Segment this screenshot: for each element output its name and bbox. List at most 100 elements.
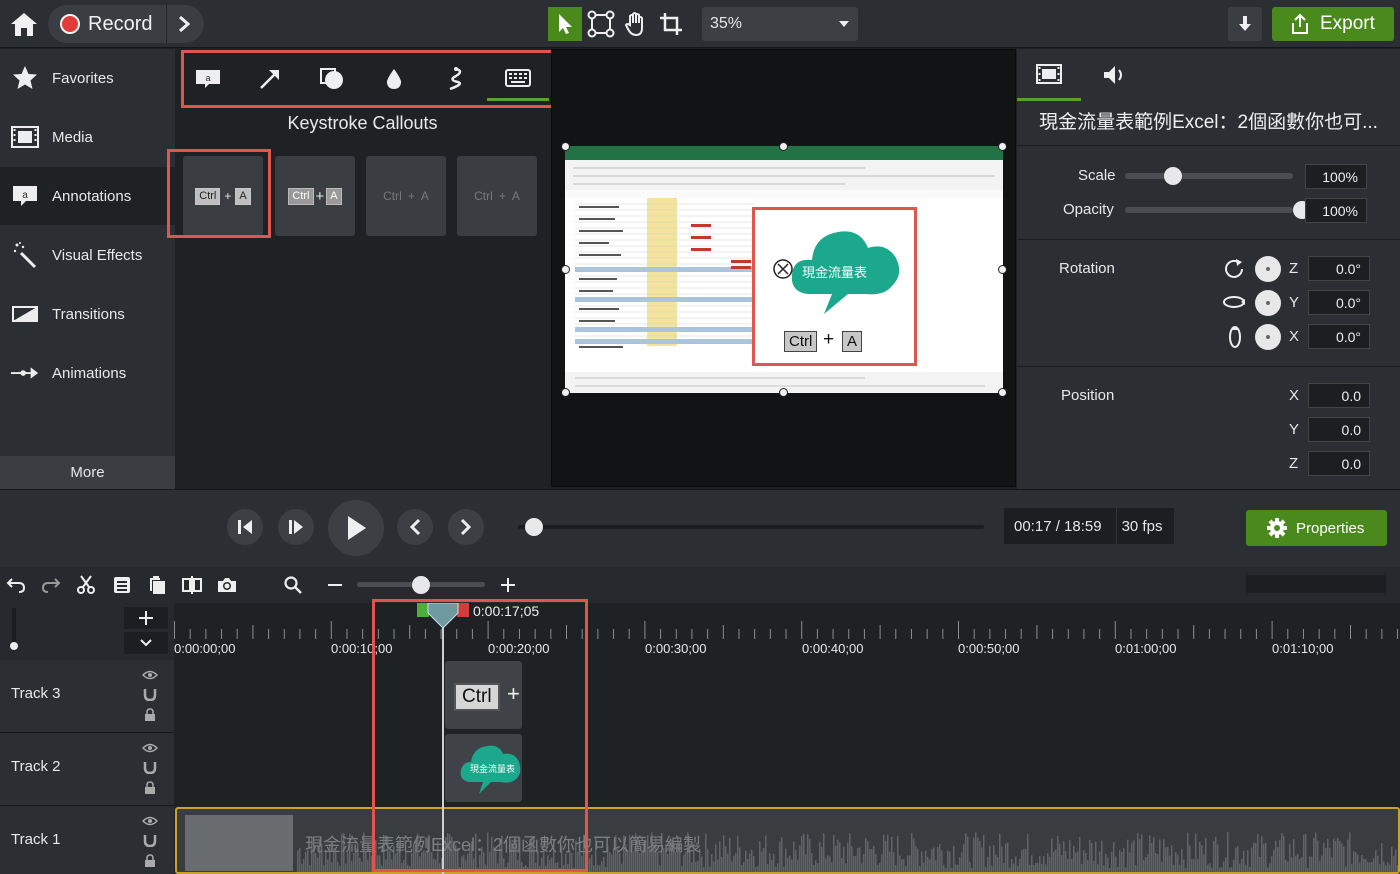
- sidebar-item-favorites[interactable]: Favorites: [0, 49, 175, 107]
- zoom-in-icon[interactable]: [497, 574, 519, 596]
- keystroke-callout-card[interactable]: Ctrl + A: [275, 156, 355, 236]
- split-icon[interactable]: [181, 574, 203, 596]
- zoom-search-icon[interactable]: [282, 574, 304, 596]
- resize-handle[interactable]: [779, 142, 788, 151]
- panel-title: Keystroke Callouts: [287, 113, 438, 133]
- resize-handle[interactable]: [998, 142, 1007, 151]
- resize-handle[interactable]: [561, 265, 570, 274]
- position-x-input[interactable]: 0.0: [1308, 383, 1370, 408]
- sidebar-item-visual-effects[interactable]: Visual Effects: [0, 226, 175, 284]
- timeline-scrollbar[interactable]: [1246, 575, 1386, 593]
- copy-icon[interactable]: [111, 574, 133, 596]
- track-height-slider[interactable]: [10, 608, 18, 650]
- lock-icon[interactable]: [144, 854, 156, 868]
- step-back-button[interactable]: [227, 509, 263, 545]
- time-ruler[interactable]: 0:00:00;00 0:00:10;00 0:00:20;00 0:00:30…: [174, 603, 1400, 660]
- lock-icon[interactable]: [144, 781, 156, 795]
- position-y-input[interactable]: 0.0: [1308, 417, 1370, 442]
- select-icon[interactable]: [548, 7, 582, 41]
- camera-icon[interactable]: [216, 574, 238, 596]
- track-lane[interactable]: [174, 733, 1400, 806]
- video-clip[interactable]: 現金流量表範例Excel：2個函數你也可以簡易編製: [175, 807, 1400, 874]
- rotation-y-input[interactable]: 0.0°: [1308, 290, 1370, 315]
- sidebar-item-annotations[interactable]: a Annotations: [0, 167, 175, 225]
- zoom-select[interactable]: 35%: [702, 7, 858, 41]
- download-icon[interactable]: [1228, 7, 1262, 41]
- resize-handle[interactable]: [998, 265, 1007, 274]
- zoom-out-icon[interactable]: [324, 574, 346, 596]
- play-button[interactable]: [328, 500, 384, 556]
- speaker-icon: [1102, 64, 1128, 86]
- record-button[interactable]: Record: [48, 5, 204, 43]
- eye-icon[interactable]: [142, 670, 158, 680]
- opacity-value-input[interactable]: 100%: [1305, 198, 1367, 223]
- rotate-y-icon: [1222, 292, 1246, 312]
- film-icon: [10, 122, 40, 152]
- undo-icon[interactable]: [5, 574, 27, 596]
- time-display: 00:17 / 18:59 30 fps: [1004, 508, 1174, 544]
- step-forward-button[interactable]: [278, 509, 314, 545]
- home-icon[interactable]: [6, 6, 42, 42]
- scale-value-input[interactable]: 100%: [1305, 164, 1367, 189]
- previous-button[interactable]: [397, 509, 433, 545]
- scale-slider[interactable]: [1125, 173, 1293, 179]
- hand-icon[interactable]: [619, 7, 653, 41]
- paste-icon[interactable]: [146, 574, 168, 596]
- rotation-z-knob[interactable]: [1255, 256, 1281, 282]
- scrub-knob[interactable]: [524, 518, 543, 536]
- eye-icon[interactable]: [142, 816, 158, 826]
- export-button[interactable]: Export: [1272, 7, 1394, 41]
- rotation-z-input[interactable]: 0.0°: [1308, 256, 1370, 281]
- redo-icon[interactable]: [40, 574, 62, 596]
- timeline-zoom-knob[interactable]: [412, 576, 430, 594]
- callout-icon: a: [10, 181, 40, 211]
- resize-handle[interactable]: [561, 388, 570, 397]
- plus-label: +: [498, 189, 506, 203]
- svg-text:a: a: [22, 190, 28, 201]
- add-track-icon[interactable]: [124, 607, 168, 629]
- tab-audio-properties[interactable]: [1083, 49, 1147, 101]
- sidebar-item-animations[interactable]: Animations: [0, 344, 175, 402]
- gear-icon: [1266, 517, 1288, 539]
- tab-visual-properties[interactable]: [1017, 49, 1081, 101]
- lock-icon[interactable]: [144, 708, 156, 722]
- animation-icon: [10, 358, 40, 388]
- left-sidebar: Favorites Media a Annotations Visual Eff…: [0, 49, 175, 489]
- position-label: Position: [1061, 387, 1115, 404]
- sidebar-item-media[interactable]: Media: [0, 108, 175, 166]
- position-axis-label: Y: [1289, 421, 1300, 438]
- magnet-icon[interactable]: [143, 687, 157, 701]
- time-tick-label: 0:01:10;00: [1272, 641, 1334, 656]
- scale-slider-knob[interactable]: [1163, 167, 1182, 185]
- transition-icon: [10, 299, 40, 329]
- transform-icon[interactable]: [584, 7, 618, 41]
- magnet-icon[interactable]: [143, 833, 157, 847]
- keystroke-callout-card[interactable]: Ctrl + A: [366, 156, 446, 236]
- rotation-x-knob[interactable]: [1255, 324, 1281, 350]
- resize-handle[interactable]: [561, 142, 570, 151]
- position-z-input[interactable]: 0.0: [1308, 451, 1370, 476]
- resize-handle[interactable]: [998, 388, 1007, 397]
- keystroke-callout-card[interactable]: Ctrl + A: [457, 156, 537, 236]
- properties-button[interactable]: Properties: [1246, 510, 1387, 546]
- rotation-x-input[interactable]: 0.0°: [1308, 324, 1370, 349]
- properties-panel: 現金流量表範例Excel：2個函數你也可... Scale 100% Opaci…: [1017, 49, 1400, 489]
- opacity-slider[interactable]: [1125, 207, 1293, 213]
- eye-icon[interactable]: [142, 743, 158, 753]
- time-tick-label: 0:00:00;00: [174, 641, 236, 656]
- chevron-right-icon[interactable]: [177, 15, 191, 33]
- highlight-box: [181, 50, 557, 108]
- cut-icon[interactable]: [75, 574, 97, 596]
- magnet-icon[interactable]: [143, 760, 157, 774]
- scrub-bar[interactable]: [518, 525, 984, 529]
- sidebar-item-transitions[interactable]: Transitions: [0, 285, 175, 343]
- chevron-down-icon[interactable]: [124, 632, 168, 654]
- track-header-controls: [0, 603, 174, 660]
- more-button[interactable]: More: [0, 456, 175, 489]
- rotation-y-knob[interactable]: [1255, 290, 1281, 316]
- resize-handle[interactable]: [779, 388, 788, 397]
- clip-title: 現金流量表範例Excel：2個函數你也可...: [1039, 112, 1378, 133]
- crop-icon[interactable]: [654, 7, 688, 41]
- next-button[interactable]: [448, 509, 484, 545]
- track-lane[interactable]: [174, 660, 1400, 733]
